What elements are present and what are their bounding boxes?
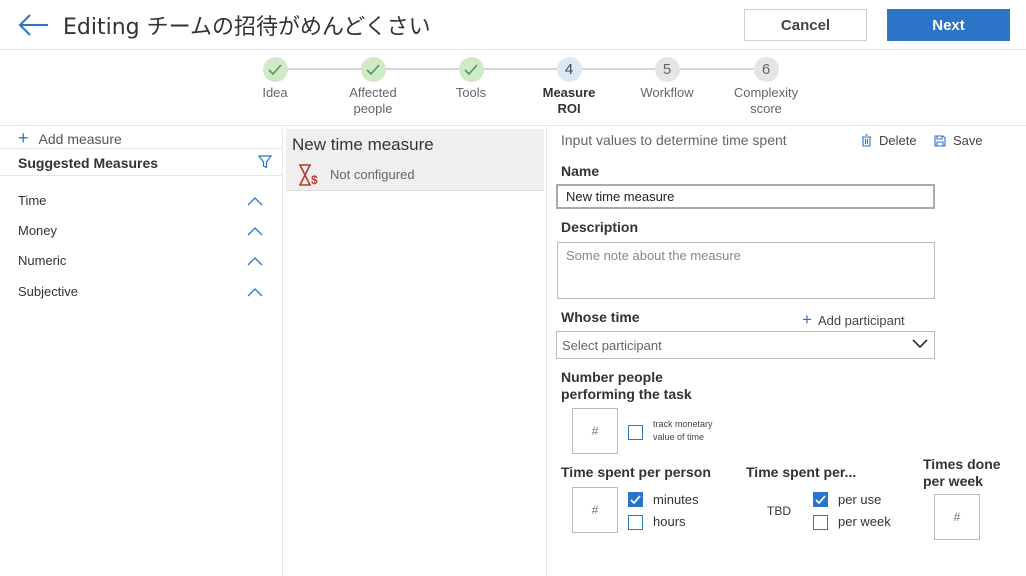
hourglass-dollar-icon: $ xyxy=(299,164,318,187)
step-number: 4 xyxy=(556,57,582,82)
times-done-input[interactable]: # xyxy=(934,494,980,540)
measure-status: Not configured xyxy=(330,167,415,182)
times-done-label-line1: Times done xyxy=(923,456,1001,472)
hours-label: hours xyxy=(653,514,686,529)
track-monetary-label-line2: value of time xyxy=(653,432,705,442)
plus-icon: + xyxy=(802,310,812,329)
per-week-label: per week xyxy=(838,514,891,529)
suggested-measures-header: Suggested Measures xyxy=(0,148,283,176)
description-label: Description xyxy=(561,219,639,235)
step-label: Workflow xyxy=(640,85,694,100)
measure-name: New time measure xyxy=(292,135,434,154)
step-complexity-score[interactable]: 6 Complexity score xyxy=(726,57,806,117)
whose-time-label: Whose time xyxy=(561,309,640,325)
add-measure-label: Add measure xyxy=(38,130,122,147)
step-label: Idea xyxy=(262,85,288,100)
category-time[interactable]: Time xyxy=(18,193,263,215)
name-label: Name xyxy=(561,163,600,179)
add-participant-button[interactable]: + Add participant xyxy=(802,310,905,330)
people-count-input[interactable]: # xyxy=(572,408,618,454)
chevron-up-icon[interactable] xyxy=(247,195,263,207)
save-label: Save xyxy=(953,133,983,148)
step-measure-roi[interactable]: 4 Measure ROI xyxy=(529,57,609,117)
measure-card[interactable]: New time measure $ Not configured xyxy=(286,129,544,191)
measure-form: Input values to determine time spent Del… xyxy=(548,126,1026,576)
form-hint: Input values to determine time spent xyxy=(561,132,787,148)
per-use-checkbox[interactable] xyxy=(813,492,828,507)
plus-icon: + xyxy=(18,128,29,148)
category-label: Subjective xyxy=(18,284,78,299)
cancel-button[interactable]: Cancel xyxy=(744,9,867,41)
checkmark-icon xyxy=(815,495,826,505)
delete-button[interactable]: Delete xyxy=(861,133,917,148)
suggested-measures-title: Suggested Measures xyxy=(18,155,159,171)
time-per-person-input[interactable]: # xyxy=(572,487,618,533)
per-week-checkbox[interactable] xyxy=(813,515,828,530)
name-input[interactable] xyxy=(556,184,935,209)
participant-select[interactable]: Select participant xyxy=(556,331,935,359)
measure-list: New time measure $ Not configured xyxy=(284,126,547,576)
category-numeric[interactable]: Numeric xyxy=(18,253,263,275)
step-label: Complexity score xyxy=(733,85,799,116)
next-button[interactable]: Next xyxy=(887,9,1010,41)
filter-icon[interactable] xyxy=(258,155,272,169)
chevron-up-icon[interactable] xyxy=(247,225,263,237)
tbd-label: TBD xyxy=(767,504,791,518)
track-monetary-label-line1: track monetary xyxy=(653,419,713,429)
checkmark-icon xyxy=(630,495,641,505)
category-label: Money xyxy=(18,223,58,238)
times-done-label-line2: per week xyxy=(923,473,983,489)
delete-label: Delete xyxy=(879,133,917,148)
check-icon xyxy=(262,57,288,82)
step-idea[interactable]: Idea xyxy=(235,57,315,101)
hours-checkbox[interactable] xyxy=(628,515,643,530)
minutes-checkbox[interactable] xyxy=(628,492,643,507)
check-icon xyxy=(458,57,484,82)
step-label: Measure ROI xyxy=(542,85,596,116)
per-use-label: per use xyxy=(838,492,882,507)
back-arrow-icon[interactable] xyxy=(18,12,50,38)
add-measure-button[interactable]: + Add measure xyxy=(18,128,122,149)
people-count-label-line1: Number people xyxy=(561,369,663,385)
time-per-person-label: Time spent per person xyxy=(561,464,711,480)
save-button[interactable]: Save xyxy=(934,133,983,148)
description-field[interactable] xyxy=(557,242,935,299)
page-title: Editing チームの招待がめんどくさい xyxy=(63,15,431,40)
header-bar: Editing チームの招待がめんどくさい Cancel Next xyxy=(0,0,1026,50)
floppy-disk-icon xyxy=(934,134,946,147)
people-count-label-line2: performing the task xyxy=(561,386,692,402)
category-money[interactable]: Money xyxy=(18,223,263,245)
category-subjective[interactable]: Subjective xyxy=(18,284,263,306)
check-icon xyxy=(360,57,386,82)
chevron-up-icon[interactable] xyxy=(247,286,263,298)
step-label: Tools xyxy=(455,85,487,100)
step-label: Affected people xyxy=(349,85,397,116)
track-monetary-checkbox[interactable] xyxy=(628,425,643,440)
trash-icon xyxy=(862,134,871,147)
track-monetary-label: track monetary value of time xyxy=(653,418,713,444)
step-number: 5 xyxy=(654,57,680,82)
measures-sidebar: + Add measure Suggested Measures Time Mo… xyxy=(0,126,283,576)
time-per-frequency-label: Time spent per... xyxy=(746,464,857,480)
step-workflow[interactable]: 5 Workflow xyxy=(627,57,707,101)
times-done-label: Times done per week xyxy=(923,456,1001,490)
minutes-label: minutes xyxy=(653,492,699,507)
people-count-label: Number people performing the task xyxy=(561,369,692,403)
step-tools[interactable]: Tools xyxy=(431,57,511,101)
svg-text:$: $ xyxy=(311,173,318,187)
chevron-down-icon xyxy=(912,339,928,349)
step-number: 6 xyxy=(753,57,779,82)
category-label: Time xyxy=(18,193,47,208)
add-participant-label: Add participant xyxy=(817,312,905,328)
chevron-up-icon[interactable] xyxy=(247,255,263,267)
category-label: Numeric xyxy=(18,253,67,268)
progress-stepper: Idea Affected people Tools 4 Measure ROI… xyxy=(0,50,1026,126)
participant-select-value: Select participant xyxy=(562,338,662,353)
step-affected-people[interactable]: Affected people xyxy=(333,57,413,117)
